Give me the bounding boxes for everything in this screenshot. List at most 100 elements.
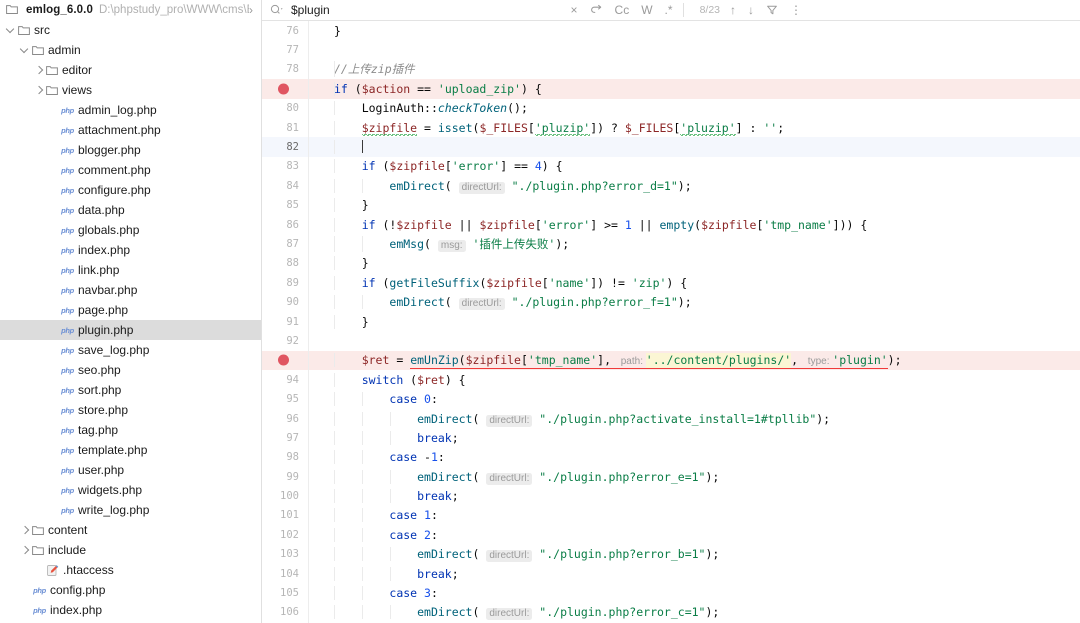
- code-line[interactable]: 101 case 1:: [262, 505, 1080, 526]
- tree-item-attachment-php[interactable]: php attachment.php: [0, 120, 261, 140]
- line-number[interactable]: 86: [262, 219, 308, 231]
- tree-item-index-php[interactable]: php index.php: [0, 600, 261, 620]
- chevron-right-icon[interactable]: [18, 524, 31, 537]
- breakpoint-icon[interactable]: [278, 83, 289, 95]
- fold-column[interactable]: [308, 234, 324, 254]
- code-line[interactable]: if ($action == 'upload_zip') {: [262, 79, 1080, 99]
- code-line[interactable]: 90 emDirect( directUrl: "./plugin.php?er…: [262, 292, 1080, 312]
- code-editor[interactable]: 76} 77 78 //上传zip插件 if ($action == 'upload_z…: [262, 21, 1080, 623]
- line-number[interactable]: 85: [262, 199, 308, 211]
- fold-column[interactable]: [308, 408, 324, 429]
- whole-words-toggle[interactable]: W: [635, 0, 658, 20]
- code-line[interactable]: $ret = emUnZip($zipfile['tmp_name'], pat…: [262, 350, 1080, 371]
- tree-item-config-php[interactable]: php config.php: [0, 580, 261, 600]
- fold-column[interactable]: [308, 59, 324, 80]
- code-line[interactable]: 92: [262, 331, 1080, 351]
- fold-column[interactable]: [308, 311, 324, 332]
- line-number[interactable]: 101: [262, 509, 308, 521]
- prev-match-button[interactable]: ↑: [724, 0, 742, 20]
- tree-item-views[interactable]: views: [0, 80, 261, 100]
- fold-column[interactable]: [308, 21, 324, 41]
- fold-column[interactable]: [308, 214, 324, 235]
- file-tree[interactable]: src admin editor views php admin_log.php php at…: [0, 19, 261, 620]
- tree-item-admin-log-php[interactable]: php admin_log.php: [0, 100, 261, 120]
- line-number[interactable]: 82: [262, 141, 308, 153]
- clear-search-button[interactable]: ×: [565, 0, 584, 20]
- fold-column[interactable]: [308, 602, 324, 623]
- tree-item-seo-php[interactable]: php seo.php: [0, 360, 261, 380]
- line-number[interactable]: 98: [262, 451, 308, 463]
- fold-column[interactable]: [308, 176, 324, 196]
- find-toolbar[interactable]: $plugin × Cc W .* 8/23 ↑ ↓ ⋮: [262, 0, 1080, 21]
- chevron-right-icon[interactable]: [32, 84, 45, 97]
- fold-column[interactable]: [308, 544, 324, 564]
- line-number[interactable]: 77: [262, 44, 308, 56]
- regex-toggle[interactable]: .*: [659, 0, 679, 20]
- project-sidebar[interactable]: emlog_6.0.0 D:\phpstudy_pro\WWW\cms\Emlo…: [0, 0, 262, 623]
- line-number[interactable]: 97: [262, 432, 308, 444]
- line-number[interactable]: 89: [262, 277, 308, 289]
- code-line[interactable]: 83 if ($zipfile['error'] == 4) {: [262, 156, 1080, 177]
- line-number[interactable]: 92: [262, 335, 308, 347]
- code-line[interactable]: 104 break;: [262, 563, 1080, 584]
- fold-column[interactable]: [308, 331, 324, 351]
- line-number[interactable]: 99: [262, 471, 308, 483]
- tree-item-globals-php[interactable]: php globals.php: [0, 220, 261, 240]
- line-number[interactable]: 84: [262, 180, 308, 192]
- tree-item-template-php[interactable]: php template.php: [0, 440, 261, 460]
- tree-item-save-log-php[interactable]: php save_log.php: [0, 340, 261, 360]
- code-line[interactable]: 94 switch ($ret) {: [262, 370, 1080, 390]
- code-line[interactable]: 98 case -1:: [262, 447, 1080, 467]
- code-line[interactable]: 86 if (!$zipfile || $zipfile['error'] >=…: [262, 214, 1080, 235]
- fold-column[interactable]: [308, 40, 324, 60]
- tree-item-comment-php[interactable]: php comment.php: [0, 160, 261, 180]
- tree-item-store-php[interactable]: php store.php: [0, 400, 261, 420]
- tree-item-tag-php[interactable]: php tag.php: [0, 420, 261, 440]
- fold-column[interactable]: [308, 447, 324, 467]
- fold-column[interactable]: [308, 583, 324, 603]
- code-line[interactable]: 89 if (getFileSuffix($zipfile['name']) !…: [262, 273, 1080, 293]
- chevron-down-icon[interactable]: [4, 24, 17, 37]
- tree-item-navbar-php[interactable]: php navbar.php: [0, 280, 261, 300]
- fold-column[interactable]: [308, 156, 324, 177]
- code-line[interactable]: 81 $zipfile = isset($_FILES['pluzip']) ?…: [262, 117, 1080, 138]
- breadcrumb-chevron-icon[interactable]: ›: [249, 3, 257, 17]
- tree-item-configure-php[interactable]: php configure.php: [0, 180, 261, 200]
- tree-item-editor[interactable]: editor: [0, 60, 261, 80]
- tree-item-page-php[interactable]: php page.php: [0, 300, 261, 320]
- tree-item-write-log-php[interactable]: php write_log.php: [0, 500, 261, 520]
- tree-item-content[interactable]: content: [0, 520, 261, 540]
- line-number[interactable]: 94: [262, 374, 308, 386]
- tree-item-admin[interactable]: admin: [0, 40, 261, 60]
- line-number[interactable]: 76: [262, 25, 308, 37]
- tree-item-blogger-php[interactable]: php blogger.php: [0, 140, 261, 160]
- fold-column[interactable]: [308, 253, 324, 274]
- code-line[interactable]: 106 emDirect( directUrl: "./plugin.php?e…: [262, 602, 1080, 623]
- code-line[interactable]: 85 }: [262, 195, 1080, 215]
- code-line[interactable]: 87 emMsg( msg: '插件上传失败');: [262, 234, 1080, 254]
- line-number[interactable]: 78: [262, 63, 308, 75]
- line-number[interactable]: 83: [262, 160, 308, 172]
- fold-column[interactable]: [308, 505, 324, 526]
- line-number[interactable]: 103: [262, 548, 308, 560]
- code-line[interactable]: 80 LoginAuth::checkToken();: [262, 98, 1080, 118]
- code-line[interactable]: 99 emDirect( directUrl: "./plugin.php?er…: [262, 466, 1080, 487]
- code-line[interactable]: 77: [262, 40, 1080, 60]
- breakpoint-icon[interactable]: [278, 354, 289, 366]
- line-number[interactable]: 91: [262, 316, 308, 328]
- tree-item-htaccess[interactable]: .htaccess: [0, 560, 261, 580]
- fold-column[interactable]: [308, 428, 324, 448]
- code-line[interactable]: 91 }: [262, 311, 1080, 332]
- search-input[interactable]: $plugin: [291, 3, 330, 17]
- fold-column[interactable]: [308, 273, 324, 293]
- project-header[interactable]: emlog_6.0.0 D:\phpstudy_pro\WWW\cms\Emlo…: [0, 0, 261, 19]
- chevron-down-icon[interactable]: [18, 44, 31, 57]
- chevron-right-icon[interactable]: [32, 64, 45, 77]
- line-number[interactable]: 100: [262, 490, 308, 502]
- next-match-button[interactable]: ↓: [742, 0, 760, 20]
- line-number[interactable]: 106: [262, 606, 308, 618]
- toggle-replace-icon[interactable]: [584, 0, 609, 20]
- fold-column[interactable]: [308, 350, 324, 371]
- tree-item-data-php[interactable]: php data.php: [0, 200, 261, 220]
- match-case-toggle[interactable]: Cc: [609, 0, 636, 20]
